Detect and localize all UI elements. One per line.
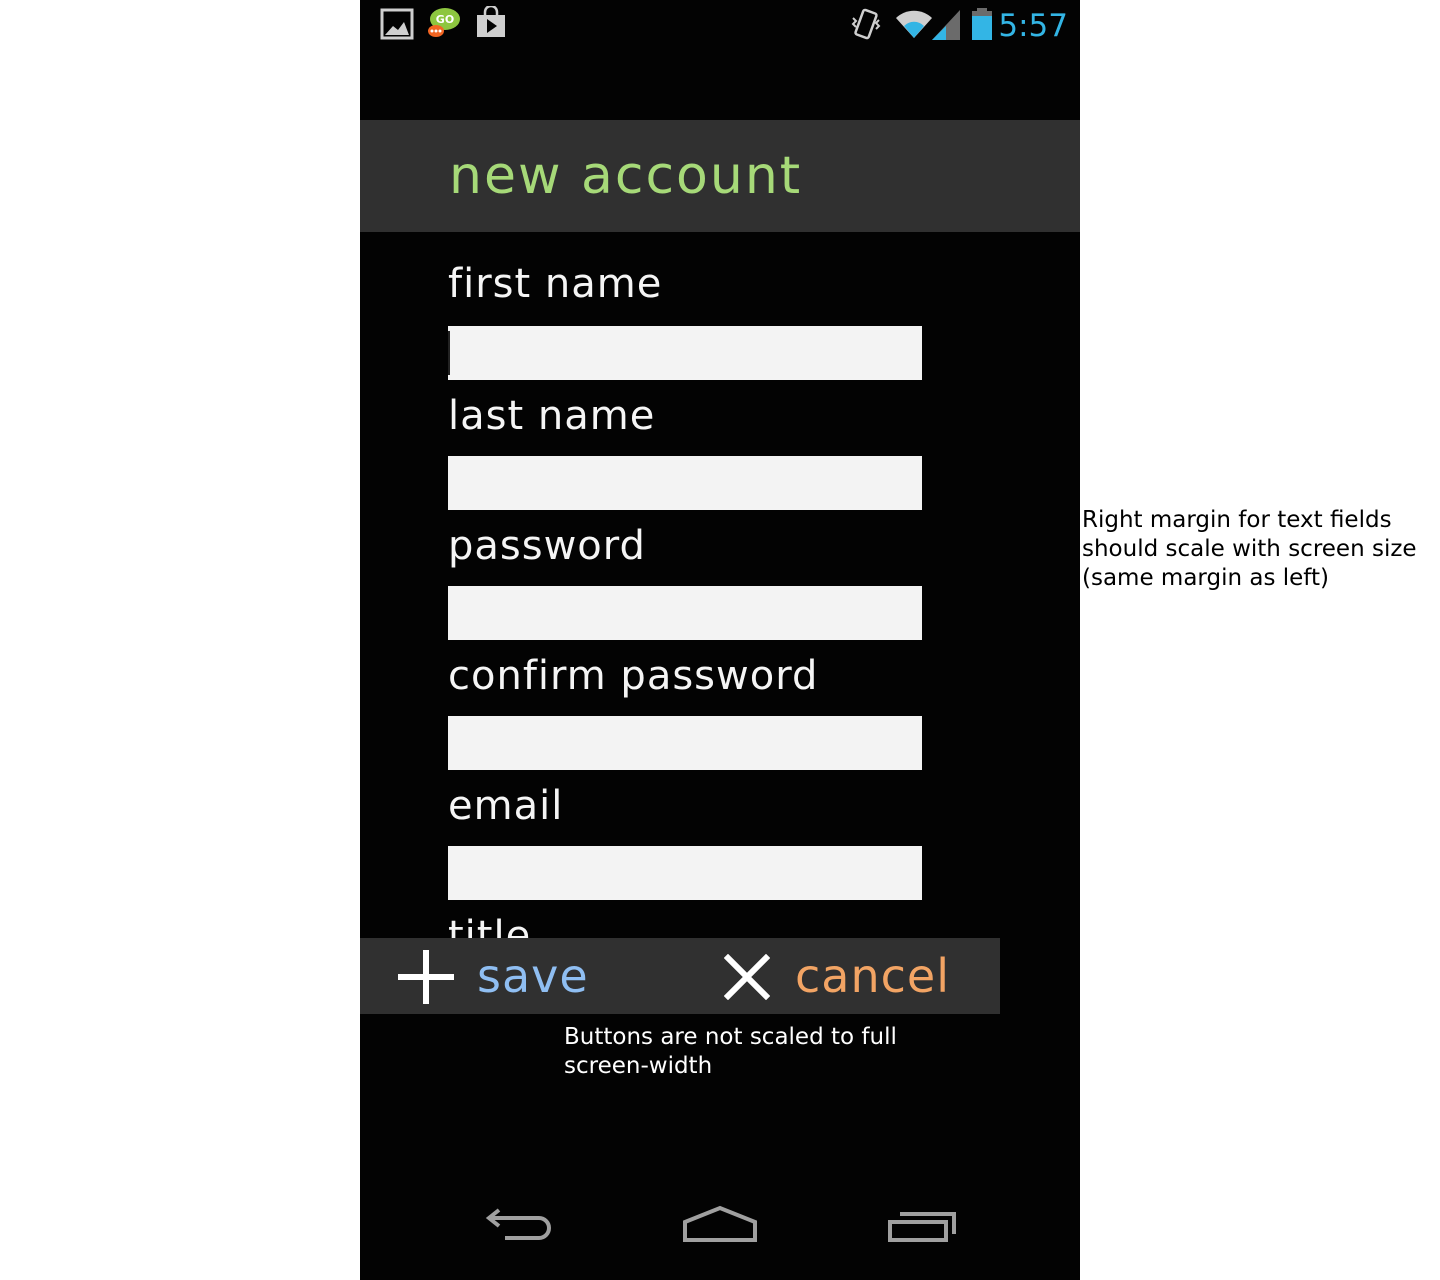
- email-label: email: [448, 783, 564, 829]
- home-icon: [675, 1205, 765, 1262]
- recent-apps-button[interactable]: [880, 1198, 970, 1258]
- cancel-button[interactable]: cancel: [710, 938, 990, 1014]
- back-icon: [475, 1208, 565, 1262]
- save-button[interactable]: save: [390, 938, 670, 1014]
- gallery-icon: [380, 6, 414, 40]
- action-bar: new account: [360, 120, 1080, 232]
- go-sms-icon: GO: [426, 6, 460, 40]
- button-bar: save cancel: [360, 938, 1000, 1014]
- last-name-label: last name: [448, 393, 656, 439]
- page-title: new account: [449, 146, 803, 206]
- first-name-label: first name: [448, 261, 663, 307]
- navigation-bar: [360, 1184, 1080, 1280]
- first-name-field[interactable]: [448, 326, 922, 380]
- wifi-icon: [894, 6, 934, 42]
- new-account-form: first name last name password confirm pa…: [360, 232, 1080, 938]
- recent-apps-icon: [880, 1212, 970, 1262]
- last-name-field[interactable]: [448, 456, 922, 510]
- phone-screen: GO 5:57 new account first name last name…: [360, 0, 1080, 1280]
- vibrate-icon: [850, 6, 882, 42]
- status-clock: 5:57: [998, 8, 1068, 44]
- right-margin-note: Right margin for text fields should scal…: [1082, 507, 1417, 591]
- title-label: title: [448, 913, 532, 938]
- signal-icon: [930, 6, 962, 42]
- home-button[interactable]: [675, 1198, 765, 1258]
- buttons-width-note: Buttons are not scaled to full screen-wi…: [564, 1024, 897, 1079]
- status-bar: GO 5:57: [360, 0, 1080, 52]
- text-cursor: [448, 331, 450, 375]
- back-button[interactable]: [475, 1198, 565, 1258]
- battery-icon: [970, 6, 994, 42]
- confirm-password-field[interactable]: [448, 716, 922, 770]
- play-store-icon: [474, 4, 508, 40]
- close-icon: [723, 953, 771, 1004]
- password-field[interactable]: [448, 586, 922, 640]
- confirm-password-label: confirm password: [448, 653, 819, 699]
- password-label: password: [448, 523, 646, 569]
- email-field[interactable]: [448, 846, 922, 900]
- svg-text:GO: GO: [436, 13, 454, 26]
- save-label: save: [477, 949, 589, 1003]
- plus-icon: [398, 950, 454, 1008]
- cancel-label: cancel: [795, 949, 951, 1003]
